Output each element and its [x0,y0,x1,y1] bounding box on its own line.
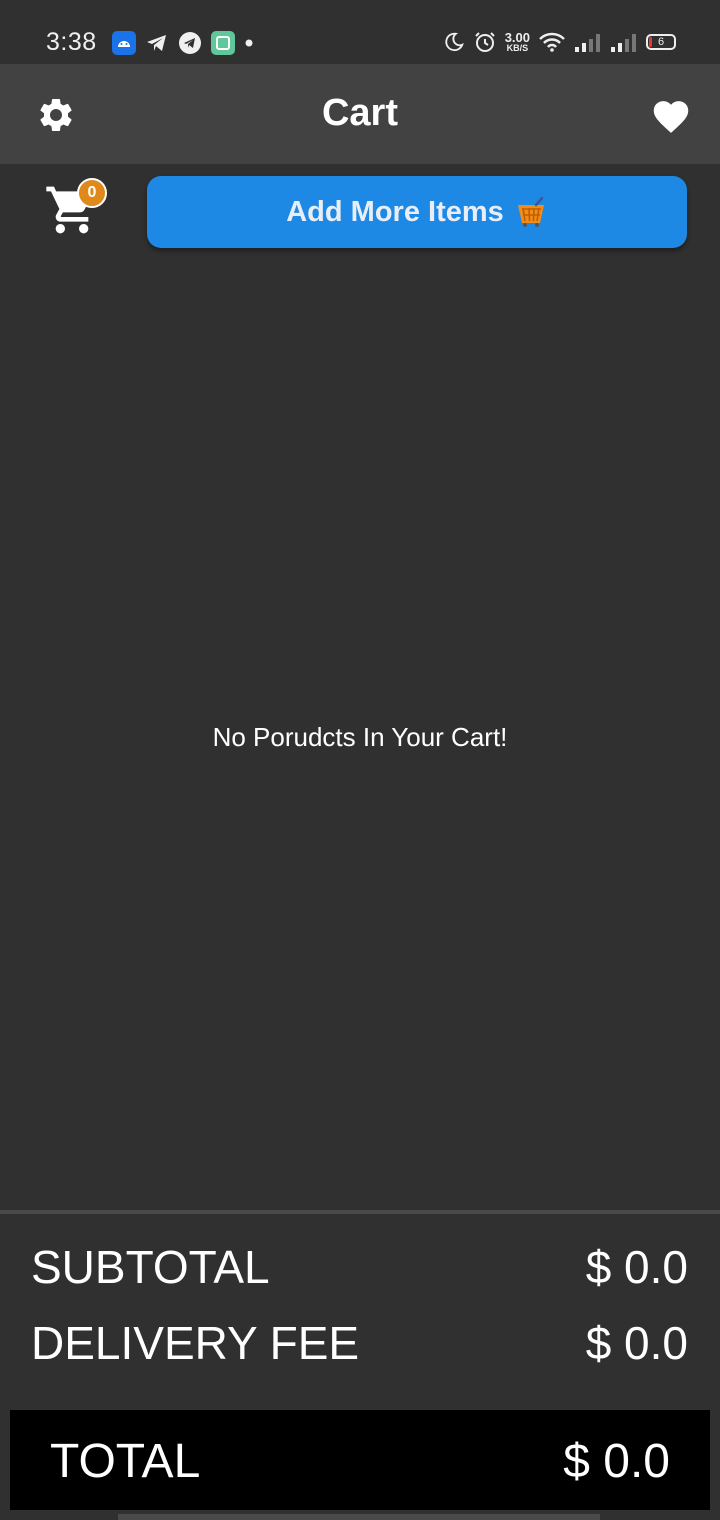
status-bar: 3:38 3.00 KB/S 6 [0,0,720,64]
total-label: TOTAL [50,1435,201,1488]
network-speed: 3.00 KB/S [505,31,530,53]
delivery-fee-value: $ 0.0 [585,1317,688,1369]
signal-icon-1 [575,34,600,52]
network-speed-unit: KB/S [506,43,529,53]
delivery-fee-row: DELIVERY FEE $ 0.0 [31,1316,688,1370]
notification-icons [112,31,254,55]
app-icon [211,31,235,55]
shopping-basket-icon [517,196,544,227]
cart-count-badge: 0 [77,178,107,208]
subtotal-value: $ 0.0 [585,1241,688,1293]
battery-percent: 6 [657,36,665,48]
telegram-round-icon [179,32,201,54]
subtotal-row: SUBTOTAL $ 0.0 [31,1240,688,1294]
android-app-icon [112,31,136,55]
battery-icon: 6 [646,34,676,50]
total-bar: TOTAL $ 0.0 [10,1410,710,1510]
battery-level [649,37,652,47]
delivery-fee-label: DELIVERY FEE [31,1317,360,1369]
subtotal-label: SUBTOTAL [31,1241,270,1293]
alarm-icon [474,32,495,52]
status-time: 3:38 [46,28,97,56]
telegram-icon [147,35,166,51]
add-more-items-label: Add More Items [286,195,504,228]
app-bar: Cart [0,64,720,164]
wifi-icon [539,32,565,52]
total-value: $ 0.0 [563,1435,670,1488]
heart-icon[interactable] [650,96,692,134]
page-title: Cart [321,92,399,134]
more-notifications-dot-icon [245,39,253,47]
empty-cart-message: No Porudcts In Your Cart! [212,722,508,752]
signal-icon-2 [611,34,636,52]
moon-icon [445,32,464,52]
add-more-items-button[interactable]: Add More Items [147,176,687,248]
order-summary: SUBTOTAL $ 0.0 DELIVERY FEE $ 0.0 [0,1210,720,1405]
system-icons: 3.00 KB/S 6 [443,30,676,54]
gesture-navigation-bar[interactable] [118,1514,600,1520]
total-row: TOTAL $ 0.0 [50,1434,670,1489]
